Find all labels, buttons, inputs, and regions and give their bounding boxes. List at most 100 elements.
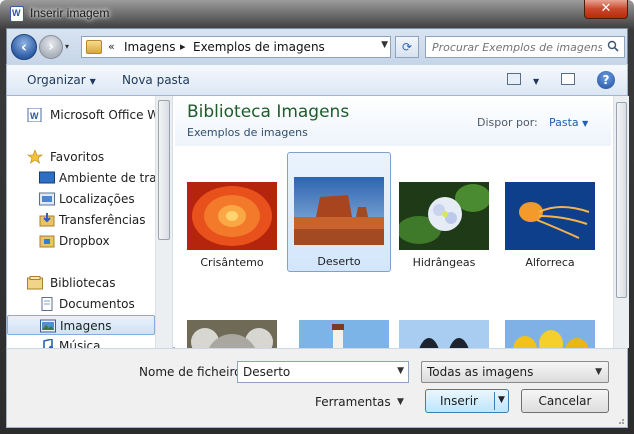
sidebar-item-desktop[interactable]: Ambiente de trab xyxy=(7,168,164,188)
sidebar-item-label: Favoritos xyxy=(50,150,105,164)
library-title: Biblioteca Imagens xyxy=(187,102,350,122)
file-tile-koala[interactable] xyxy=(181,294,277,348)
resize-grip-icon[interactable] xyxy=(615,415,625,425)
sidebar-scrollbar[interactable] xyxy=(155,96,172,348)
breadcrumb-overflow[interactable]: « xyxy=(108,40,115,53)
address-bar[interactable]: « Imagens ▸ Exemplos de imagens ▼ xyxy=(81,36,391,58)
filetype-select[interactable]: Todas as imagens ▼ xyxy=(421,361,609,383)
breadcrumb-exemplos[interactable]: Exemplos de imagens xyxy=(193,40,325,54)
navigation-pane: W Microsoft Office W Favoritos Ambiente … xyxy=(7,96,173,348)
file-list-pane: Biblioteca Imagens Exemplos de imagens D… xyxy=(175,96,629,348)
tools-label: Ferramentas xyxy=(315,395,391,409)
file-tile-deserto[interactable]: Deserto xyxy=(287,152,391,272)
sidebar-item-label: Imagens xyxy=(60,319,112,333)
music-icon xyxy=(39,337,55,348)
chevron-down-icon: ▼ xyxy=(89,77,96,86)
sidebar-item-musica[interactable]: Música xyxy=(7,336,155,348)
sidebar-item-bibliotecas[interactable]: Bibliotecas xyxy=(7,273,155,293)
organize-label: Organizar xyxy=(27,73,86,87)
address-dropdown-icon[interactable]: ▼ xyxy=(381,40,388,50)
chevron-down-icon: ▼ xyxy=(595,367,602,377)
content-scroll-thumb[interactable] xyxy=(616,102,627,298)
file-tile-farol[interactable] xyxy=(287,294,389,348)
chrysanthemum-thumbnail xyxy=(187,182,277,250)
filename-value: Deserto xyxy=(243,365,291,379)
desktop-icon xyxy=(39,171,55,185)
file-name: Deserto xyxy=(317,255,361,268)
back-button[interactable]: ‹ xyxy=(11,34,37,60)
forward-button[interactable]: › xyxy=(39,35,63,59)
documents-icon xyxy=(39,297,55,311)
file-tile-crisantemo[interactable]: Crisântemo xyxy=(181,156,277,272)
new-folder-button[interactable]: Nova pasta xyxy=(122,73,190,87)
file-name: Hidrângeas xyxy=(412,256,476,269)
change-view-icon[interactable] xyxy=(507,73,521,85)
folder-icon xyxy=(86,40,102,54)
word-app-icon xyxy=(10,6,24,22)
sidebar-item-favoritos[interactable]: Favoritos xyxy=(7,147,155,167)
sidebar-scroll-thumb[interactable] xyxy=(158,100,170,240)
sidebar-item-label: Música xyxy=(59,339,101,348)
file-tile-hidrangeas[interactable]: Hidrângeas xyxy=(393,156,489,272)
jellyfish-thumbnail xyxy=(505,182,595,250)
search-icon[interactable] xyxy=(607,40,619,52)
dialog-window: Inserir imagem ✕ ‹ › ▾ « Imagens ▸ Exemp… xyxy=(0,0,634,434)
breadcrumb-imagens[interactable]: Imagens xyxy=(124,40,175,54)
hydrangea-thumbnail xyxy=(399,182,489,250)
sidebar-item-localizacoes[interactable]: Localizações xyxy=(7,189,155,209)
filename-label: Nome de ficheiro: xyxy=(139,365,246,379)
recent-pages-icon[interactable]: ▾ xyxy=(65,42,69,51)
file-tile-tulipas[interactable] xyxy=(499,294,595,348)
sidebar-item-label: Localizações xyxy=(59,192,135,206)
navigation-bar: ‹ › ▾ « Imagens ▸ Exemplos de imagens ▼ … xyxy=(6,28,628,64)
dropbox-icon xyxy=(39,234,55,248)
insert-button[interactable]: Inserir ▼ xyxy=(425,389,509,413)
penguins-thumbnail xyxy=(399,320,489,348)
sidebar-item-documentos[interactable]: Documentos xyxy=(7,294,155,314)
sidebar-item-imagens[interactable]: Imagens xyxy=(7,315,155,335)
filename-field[interactable]: Deserto ▼ xyxy=(237,361,409,383)
recent-places-icon xyxy=(39,192,55,206)
split-divider xyxy=(494,392,495,410)
search-box[interactable] xyxy=(425,36,625,58)
file-tile-alforreca[interactable]: Alforreca xyxy=(499,156,595,272)
content-scrollbar[interactable] xyxy=(613,96,629,348)
arrange-by-dropdown[interactable]: Pasta ▼ xyxy=(549,116,588,129)
breadcrumb-separator[interactable]: ▸ xyxy=(180,40,186,53)
insert-options-icon[interactable]: ▼ xyxy=(498,395,505,405)
downloads-icon xyxy=(39,213,55,227)
koala-thumbnail xyxy=(187,320,277,348)
sidebar-item-dropbox[interactable]: Dropbox xyxy=(7,231,155,251)
title-bar: Inserir imagem ✕ xyxy=(0,0,634,28)
help-icon[interactable]: ? xyxy=(597,71,615,89)
view-dropdown-icon[interactable]: ▼ xyxy=(529,73,539,87)
sidebar-item-label: Dropbox xyxy=(59,234,110,248)
chevron-down-icon: ▼ xyxy=(582,119,589,128)
thumbnail-grid: Crisântemo Deserto Hidrângeas Alforreca xyxy=(175,148,611,348)
chevron-down-icon[interactable]: ▼ xyxy=(397,366,404,376)
sidebar-item-transferencias[interactable]: Transferências xyxy=(7,210,155,230)
window-title: Inserir imagem xyxy=(30,6,110,20)
insert-label: Inserir xyxy=(440,394,478,408)
tools-button[interactable]: Ferramentas ▼ xyxy=(315,395,404,409)
lighthouse-thumbnail xyxy=(299,320,389,348)
search-input[interactable] xyxy=(432,40,602,55)
word-doc-icon: W xyxy=(27,107,43,123)
sidebar-item-office[interactable]: W Microsoft Office W xyxy=(7,105,159,125)
close-button[interactable]: ✕ xyxy=(584,0,628,19)
library-header: Biblioteca Imagens Exemplos de imagens D… xyxy=(175,96,611,146)
organize-button[interactable]: Organizar ▼ xyxy=(27,73,96,87)
file-name: Alforreca xyxy=(525,256,575,269)
refresh-button[interactable]: ⟳ xyxy=(395,36,419,58)
sidebar-item-label: Microsoft Office W xyxy=(50,108,160,122)
library-icon xyxy=(27,276,43,290)
sidebar-item-label: Transferências xyxy=(59,213,146,227)
bottom-panel: Nome de ficheiro: Deserto ▼ Todas as ima… xyxy=(6,348,628,428)
filetype-value: Todas as imagens xyxy=(427,365,534,379)
chevron-down-icon: ▼ xyxy=(397,397,404,407)
command-bar: Organizar ▼ Nova pasta ▼ ? xyxy=(6,64,628,96)
sidebar-item-label: Ambiente de trab xyxy=(59,171,165,185)
cancel-button[interactable]: Cancelar xyxy=(521,389,609,413)
file-tile-pinguins[interactable] xyxy=(393,294,489,348)
preview-pane-icon[interactable] xyxy=(561,73,575,85)
